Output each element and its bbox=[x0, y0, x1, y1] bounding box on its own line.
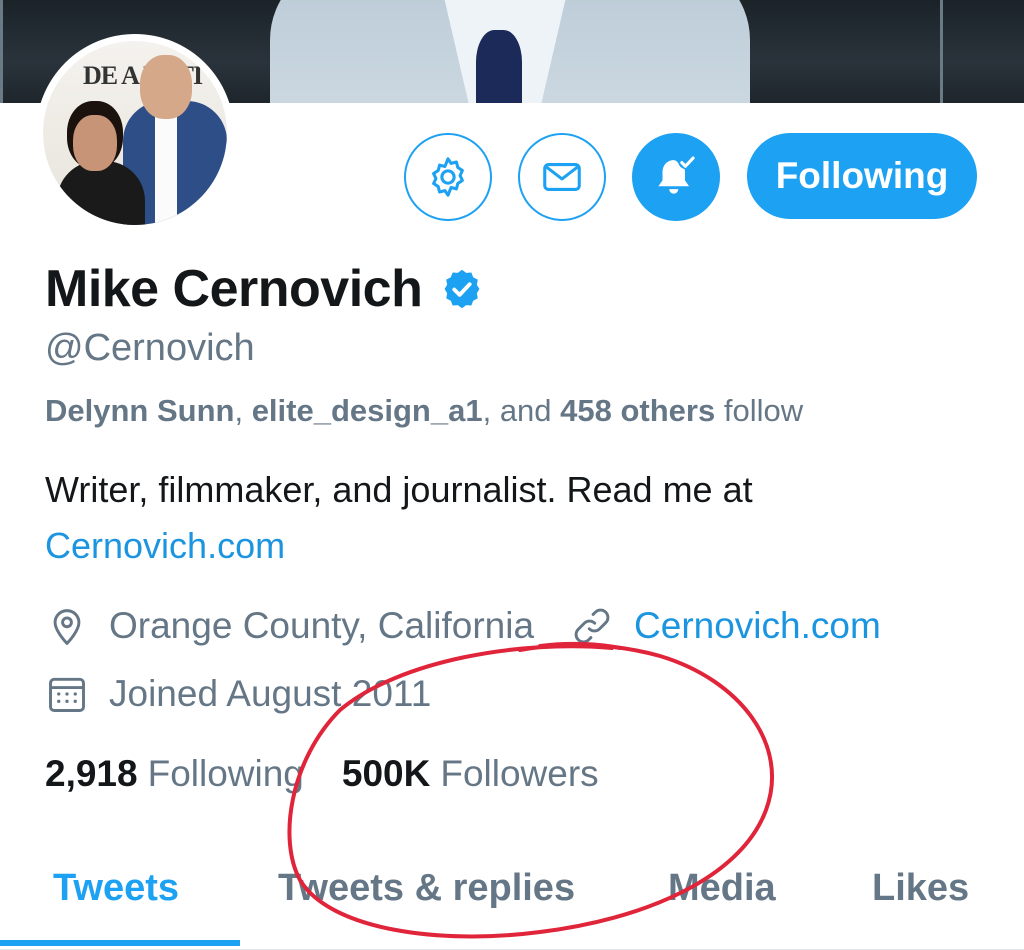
notifications-button[interactable] bbox=[632, 133, 720, 221]
profile-name-row: Mike Cernovich bbox=[45, 259, 484, 319]
calendar-icon bbox=[49, 677, 85, 712]
avatar-person-woman bbox=[57, 161, 145, 225]
envelope-icon bbox=[543, 163, 581, 191]
settings-button[interactable] bbox=[404, 133, 492, 221]
following-count-link[interactable]: 2,918 Following bbox=[45, 753, 304, 795]
tab-tweets[interactable]: Tweets bbox=[53, 867, 179, 910]
banner-frame-line bbox=[940, 0, 943, 103]
gear-icon bbox=[432, 157, 464, 197]
follower-name[interactable]: elite_design_a1 bbox=[252, 393, 483, 428]
following-count-label: Following bbox=[147, 753, 304, 794]
following-count: 2,918 bbox=[45, 753, 138, 794]
profile-name: Mike Cernovich bbox=[45, 260, 423, 318]
follower-others-count[interactable]: 458 others bbox=[560, 393, 715, 428]
avatar-photo: DE A NATI bbox=[43, 41, 227, 225]
banner-frame-line bbox=[0, 0, 3, 103]
profile-bio: Writer, filmmaker, and journalist. Read … bbox=[45, 462, 975, 574]
bio-text: Writer, filmmaker, and journalist. Read … bbox=[45, 469, 753, 510]
bell-check-icon bbox=[658, 156, 695, 194]
profile-tabs: Tweets Tweets & replies Media Likes bbox=[0, 855, 1024, 950]
profile-location: Orange County, California bbox=[109, 605, 535, 646]
location-pin-icon bbox=[53, 609, 81, 645]
follow-context-separator: , bbox=[234, 393, 252, 428]
follow-context-separator: , and bbox=[482, 393, 561, 428]
following-button[interactable]: Following bbox=[747, 133, 977, 219]
profile-meta-row: Orange County, California Cernovich.com bbox=[45, 604, 881, 648]
follower-name[interactable]: Delynn Sunn bbox=[45, 393, 234, 428]
follow-counts: 2,918 Following 500K Followers bbox=[45, 753, 599, 795]
tab-likes[interactable]: Likes bbox=[872, 867, 969, 910]
followers-count-label: Followers bbox=[440, 753, 599, 794]
avatar-person-woman-head bbox=[73, 115, 117, 171]
tab-tweets-and-replies[interactable]: Tweets & replies bbox=[278, 867, 575, 910]
profile-handle: @Cernovich bbox=[45, 327, 255, 369]
profile-website-link[interactable]: Cernovich.com bbox=[634, 605, 881, 647]
followers-count: 500K bbox=[341, 753, 431, 794]
profile-joined-date: Joined August 2011 bbox=[109, 673, 432, 714]
followers-you-know[interactable]: Delynn Sunn, elite_design_a1, and 458 ot… bbox=[45, 393, 803, 429]
active-tab-indicator bbox=[0, 940, 240, 946]
verified-badge-icon bbox=[444, 269, 480, 309]
link-icon bbox=[574, 608, 610, 644]
avatar-person-man-head bbox=[140, 55, 192, 119]
tab-media[interactable]: Media bbox=[668, 867, 776, 910]
bio-link[interactable]: Cernovich.com bbox=[45, 525, 285, 566]
message-button[interactable] bbox=[518, 133, 606, 221]
profile-joined-row: Joined August 2011 bbox=[45, 672, 431, 716]
avatar-person-man-shirt bbox=[155, 113, 177, 225]
banner-tie bbox=[476, 30, 522, 103]
avatar[interactable]: DE A NATI bbox=[36, 34, 234, 232]
follow-context-suffix: follow bbox=[715, 393, 804, 428]
followers-count-link[interactable]: 500K Followers bbox=[342, 753, 599, 795]
